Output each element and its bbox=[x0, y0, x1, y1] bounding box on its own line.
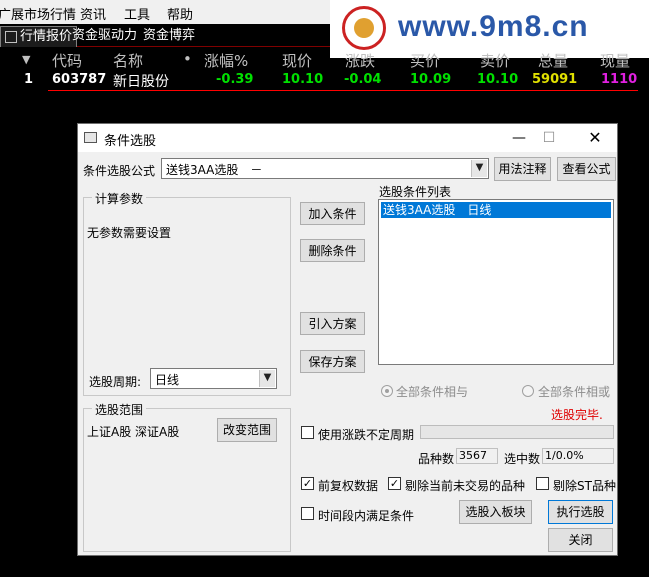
chevron-down-icon[interactable]: ▼ bbox=[471, 160, 487, 177]
table-row[interactable]: 1 603787 新日股份 -0.39 10.10 -0.04 10.09 10… bbox=[0, 70, 649, 90]
formula-select[interactable]: 送钱3AA选股 － ▼ bbox=[161, 158, 489, 179]
tab-quotes[interactable]: 行情报价 bbox=[0, 26, 78, 47]
count-label: 品种数 bbox=[418, 452, 455, 466]
menu-market[interactable]: 广展市场行情 bbox=[0, 4, 76, 23]
col-name[interactable]: 名称 bbox=[113, 50, 143, 71]
window-icon bbox=[84, 132, 97, 143]
selected-field: 1/0.0% bbox=[542, 448, 614, 464]
row-price: 10.10 bbox=[282, 72, 324, 87]
time-period-checkbox[interactable] bbox=[301, 507, 314, 520]
delete-condition-button[interactable]: 删除条件 bbox=[300, 239, 365, 262]
menu-tools[interactable]: 工具 bbox=[124, 4, 150, 23]
stock-screen-dialog: 条件选股 — ☐ ✕ 条件选股公式 送钱3AA选股 － ▼ 用法注释 查看公式 … bbox=[77, 123, 618, 556]
grid-icon bbox=[5, 30, 17, 43]
exclude-untraded-label: 剔除当前未交易的品种 bbox=[405, 479, 526, 493]
menu-help[interactable]: 帮助 bbox=[167, 4, 193, 23]
condition-list[interactable]: 送钱3AA选股 日线 bbox=[378, 199, 614, 365]
col-change[interactable]: 涨跌 bbox=[345, 50, 375, 71]
to-block-button[interactable]: 选股入板块 bbox=[459, 500, 532, 524]
row-volume: 59091 bbox=[532, 72, 578, 87]
prerights-checkbox[interactable]: ✓ bbox=[301, 477, 314, 490]
uncertain-period-checkbox[interactable] bbox=[301, 426, 314, 439]
selected-label: 选中数 bbox=[504, 452, 541, 466]
add-condition-button[interactable]: 加入条件 bbox=[300, 202, 365, 225]
count-field: 3567 bbox=[456, 448, 498, 464]
row-code: 603787 bbox=[52, 72, 107, 87]
tab-label: 资金驱动力 bbox=[72, 28, 138, 43]
app-window: 广展市场行情 资讯 工具 帮助 www.9m8.cn 行情报价 资金驱动力 资金… bbox=[0, 0, 649, 577]
list-label: 选股条件列表 bbox=[379, 185, 452, 199]
minimize-icon[interactable]: — bbox=[504, 128, 534, 148]
col-dot: • bbox=[183, 50, 192, 68]
import-scheme-button[interactable]: 引入方案 bbox=[300, 312, 365, 335]
params-group-title: 计算参数 bbox=[92, 190, 147, 207]
watermark-logo-icon bbox=[342, 6, 386, 50]
usage-button[interactable]: 用法注释 bbox=[494, 157, 551, 181]
menu-news[interactable]: 资讯 bbox=[80, 4, 106, 23]
row-name: 新日股份 bbox=[113, 74, 169, 90]
execute-button[interactable]: 执行选股 bbox=[548, 500, 613, 524]
exclude-untraded-checkbox[interactable]: ✓ bbox=[388, 477, 401, 490]
params-group: 计算参数 无参数需要设置 选股周期: 日线 ▼ bbox=[83, 190, 291, 396]
tab-label: 行情报价 bbox=[20, 29, 73, 44]
col-change-pct[interactable]: 涨幅% bbox=[204, 50, 248, 71]
row-bid: 10.09 bbox=[410, 72, 452, 87]
prerights-label: 前复权数据 bbox=[318, 479, 379, 493]
tab-label: 资金博弈 bbox=[143, 28, 196, 43]
dialog-titlebar[interactable]: 条件选股 — ☐ ✕ bbox=[78, 124, 617, 152]
maximize-icon: ☐ bbox=[542, 130, 556, 146]
col-bid[interactable]: 买价 bbox=[410, 50, 440, 71]
period-select[interactable]: 日线 ▼ bbox=[150, 368, 277, 389]
col-price[interactable]: 现价 bbox=[282, 50, 312, 71]
quote-table-header: ▼ 代码 名称 • 涨幅% 现价 涨跌 买价 卖价 总量 现量 bbox=[0, 48, 649, 70]
exclude-st-checkbox[interactable] bbox=[536, 477, 549, 490]
time-period-label: 时间段内满足条件 bbox=[318, 509, 415, 523]
scope-group: 选股范围 上证A股 深证A股 改变范围 bbox=[83, 401, 291, 552]
watermark-text: www.9m8.cn bbox=[398, 10, 589, 43]
close-button[interactable]: 关闭 bbox=[548, 528, 613, 552]
close-icon[interactable]: ✕ bbox=[580, 128, 610, 148]
tab-bar: 行情报价 资金驱动力 资金博弈 bbox=[0, 24, 330, 47]
exclude-st-label: 剔除ST品种 bbox=[553, 479, 616, 493]
col-code[interactable]: 代码 bbox=[52, 50, 82, 71]
chevron-down-icon[interactable]: ▼ bbox=[259, 370, 275, 387]
dialog-title: 条件选股 bbox=[104, 134, 157, 149]
row-index: 1 bbox=[24, 72, 34, 87]
radio-all-or[interactable] bbox=[522, 385, 534, 397]
view-formula-button[interactable]: 查看公式 bbox=[557, 157, 616, 181]
col-last-volume[interactable]: 现量 bbox=[600, 50, 630, 71]
save-scheme-button[interactable]: 保存方案 bbox=[300, 350, 365, 373]
col-ask[interactable]: 卖价 bbox=[480, 50, 510, 71]
radio-all-and-label: 全部条件相与 bbox=[396, 385, 469, 399]
scope-group-title: 选股范围 bbox=[92, 401, 147, 418]
row-last-volume: 1110 bbox=[601, 72, 638, 87]
radio-all-or-label: 全部条件相或 bbox=[538, 385, 611, 399]
col-volume[interactable]: 总量 bbox=[538, 50, 568, 71]
row-ask: 10.10 bbox=[477, 72, 519, 87]
status-text: 选股完毕. bbox=[551, 408, 603, 422]
row-change-pct: -0.39 bbox=[216, 72, 254, 87]
row-divider bbox=[48, 90, 638, 91]
params-text: 无参数需要设置 bbox=[87, 226, 172, 240]
progress-bar bbox=[420, 425, 614, 439]
radio-all-and[interactable] bbox=[381, 385, 393, 397]
row-change: -0.04 bbox=[344, 72, 382, 87]
list-item[interactable]: 送钱3AA选股 日线 bbox=[381, 202, 611, 218]
tab-fund-drive[interactable]: 资金驱动力 bbox=[68, 26, 141, 46]
tab-fund-game[interactable]: 资金博弈 bbox=[139, 26, 199, 46]
menu-bar: 广展市场行情 资讯 工具 帮助 bbox=[0, 0, 330, 24]
period-value: 日线 bbox=[155, 373, 180, 387]
period-label: 选股周期: bbox=[89, 375, 142, 389]
sort-arrow-icon[interactable]: ▼ bbox=[22, 53, 30, 66]
formula-value: 送钱3AA选股 － bbox=[166, 163, 263, 177]
formula-label: 条件选股公式 bbox=[83, 164, 156, 178]
uncertain-period-label: 使用涨跌不定周期 bbox=[318, 428, 415, 442]
change-scope-button[interactable]: 改变范围 bbox=[217, 418, 277, 442]
scope-text: 上证A股 深证A股 bbox=[87, 425, 180, 439]
